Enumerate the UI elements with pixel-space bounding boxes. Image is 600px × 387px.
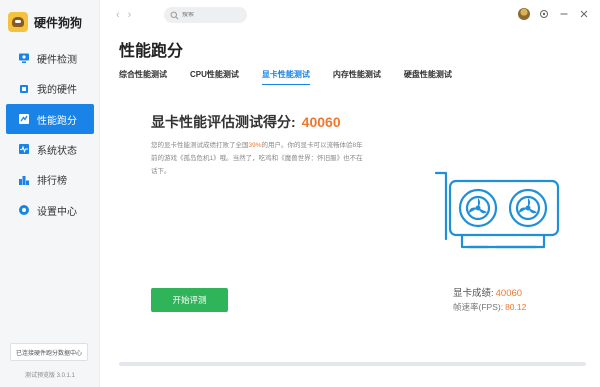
- tab-disk[interactable]: 硬盘性能测试: [404, 69, 452, 85]
- sidebar: 硬件狗狗 硬件检测 我的硬件 性能跑分 系统状态 排行榜 设置中心 已连接硬件跑…: [0, 0, 100, 387]
- benchmark-tabs: 综合性能测试 CPU性能测试 显卡性能测试 内存性能测试 硬盘性能测试: [119, 69, 475, 85]
- gpu-score-value: 40060: [495, 288, 523, 299]
- score-label: 显卡性能评估测试得分:: [151, 114, 296, 130]
- sidebar-item-benchmark[interactable]: 性能跑分: [6, 104, 94, 134]
- percentile-value: 39%: [248, 142, 262, 149]
- monitor-icon: [18, 52, 30, 64]
- sidebar-item-label: 性能跑分: [37, 115, 77, 127]
- topbar: ‹›: [100, 0, 600, 32]
- fps-label: 帧速率(FPS):: [453, 302, 504, 312]
- avatar: [518, 8, 530, 20]
- gpu-score-line: 显卡成绩: 40060: [453, 285, 526, 301]
- tab-memory[interactable]: 内存性能测试: [333, 69, 381, 85]
- history-nav: ‹›: [116, 9, 139, 21]
- sidebar-item-label: 排行榜: [37, 176, 67, 187]
- pulse-icon: [18, 143, 30, 155]
- sidebar-item-my-hardware[interactable]: 我的硬件: [0, 74, 100, 104]
- sidebar-item-ranking[interactable]: 排行榜: [0, 165, 100, 195]
- gear-icon: [18, 204, 30, 216]
- sidebar-item-system-status[interactable]: 系统状态: [0, 134, 100, 164]
- search-input[interactable]: [182, 12, 242, 18]
- sidebar-item-hardware-detect[interactable]: 硬件检测: [0, 43, 100, 73]
- graphics-card-illustration: [434, 171, 560, 249]
- dataset-center-button[interactable]: 已连接硬件跑分数据中心: [10, 343, 88, 361]
- score-value: 40060: [301, 114, 341, 130]
- benchmark-progress-bar: [119, 362, 586, 366]
- sidebar-item-label: 系统状态: [37, 145, 77, 157]
- avatar-icon[interactable]: [518, 8, 530, 20]
- score-description: 您的显卡性能测试成绩打败了全国39%的用户。你的显卡可以流畅体验8年前的游戏《孤…: [151, 139, 369, 178]
- minimize-icon[interactable]: [558, 8, 570, 20]
- tab-gpu[interactable]: 显卡性能测试: [261, 69, 310, 85]
- sidebar-nav: 硬件检测 我的硬件 性能跑分 系统状态 排行榜 设置中心: [0, 43, 100, 226]
- sidebar-item-label: 我的硬件: [37, 85, 77, 96]
- app-name: 硬件狗狗: [34, 15, 83, 30]
- fps-line: 帧速率(FPS): 80.12: [453, 301, 526, 317]
- brand: 硬件狗狗: [8, 12, 82, 32]
- close-icon[interactable]: [578, 8, 590, 20]
- gpu-score-label: 显卡成绩:: [453, 288, 494, 299]
- search-icon: [170, 11, 179, 19]
- score-heading: 显卡性能评估测试得分: 40060: [151, 112, 341, 132]
- start-benchmark-button[interactable]: 开始评测: [151, 288, 228, 312]
- chip-icon: [18, 83, 30, 95]
- sidebar-item-settings[interactable]: 设置中心: [0, 195, 100, 225]
- description-text: 您的显卡性能测试成绩打败了全国: [151, 142, 249, 149]
- window-controls: [518, 8, 590, 20]
- fps-value: 80.12: [505, 302, 527, 312]
- dog-logo-icon: [8, 12, 28, 32]
- page-title: 性能跑分: [119, 43, 184, 60]
- tab-overall[interactable]: 综合性能测试: [119, 69, 167, 85]
- results-panel: 显卡成绩: 40060 帧速率(FPS): 80.12: [453, 285, 526, 317]
- ranking-icon: [18, 174, 30, 186]
- settings-icon[interactable]: [538, 8, 550, 20]
- back-arrow-icon[interactable]: ‹: [116, 9, 128, 21]
- forward-arrow-icon[interactable]: ›: [128, 9, 140, 21]
- search-box[interactable]: [164, 7, 247, 23]
- main-content: 性能跑分 综合性能测试 CPU性能测试 显卡性能测试 内存性能测试 硬盘性能测试…: [100, 32, 600, 387]
- benchmark-icon: [18, 113, 30, 125]
- sidebar-item-label: 设置中心: [37, 206, 77, 218]
- sidebar-item-label: 硬件检测: [37, 54, 77, 66]
- tab-cpu[interactable]: CPU性能测试: [190, 69, 239, 85]
- app-window: 硬件狗狗 硬件检测 我的硬件 性能跑分 系统状态 排行榜 设置中心 已连接硬件跑…: [0, 0, 600, 387]
- version-label: 测试预览版 3.0.1.1: [24, 373, 76, 379]
